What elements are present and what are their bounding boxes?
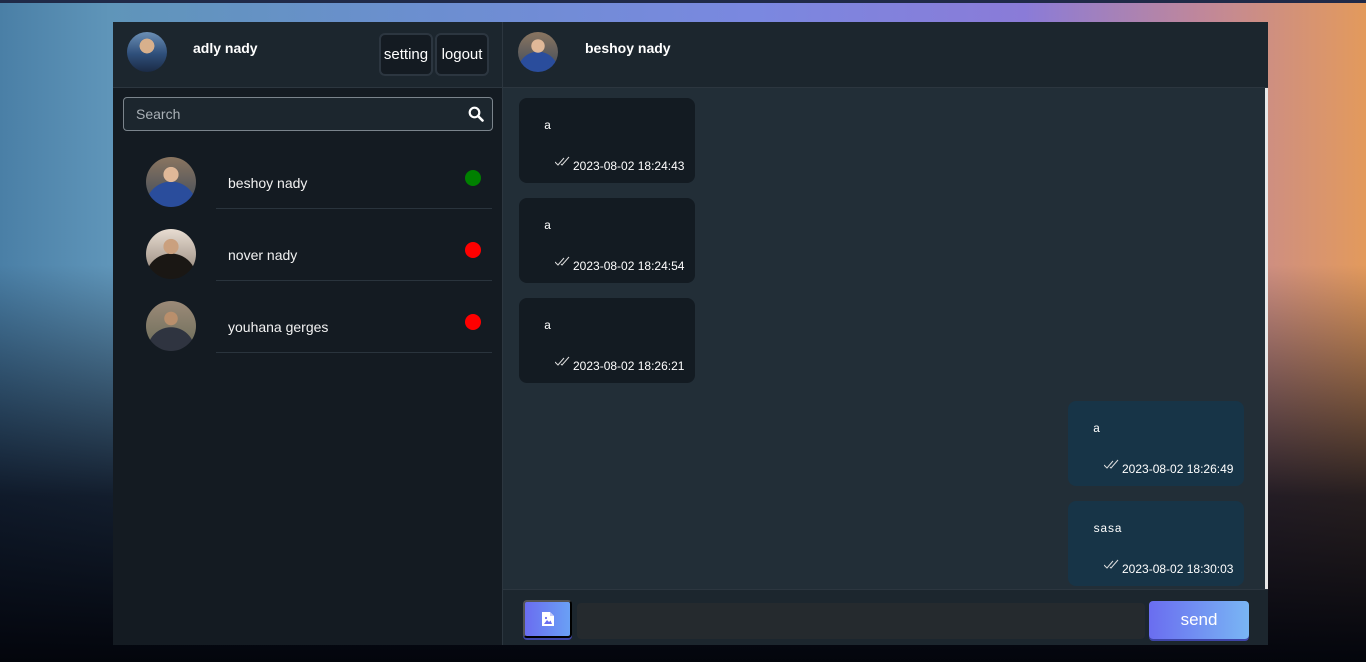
image-file-icon bbox=[541, 612, 554, 626]
contact-avatar bbox=[146, 229, 196, 279]
message-text: a bbox=[1093, 422, 1101, 436]
message-text: sasa bbox=[1093, 522, 1122, 536]
peer-name: beshoy nady bbox=[585, 40, 671, 56]
contact-divider bbox=[216, 280, 492, 281]
contact-avatar bbox=[146, 157, 196, 207]
status-offline-indicator bbox=[465, 242, 481, 258]
message-text: a bbox=[544, 319, 552, 333]
contact-item-beshoy-nady[interactable]: beshoy nady bbox=[113, 157, 503, 229]
conversation-header: beshoy nady bbox=[503, 22, 1268, 88]
peer-avatar bbox=[518, 32, 558, 72]
message-outgoing: sasa 2023-08-02 18:30:03 bbox=[1068, 501, 1244, 586]
search-icon[interactable] bbox=[468, 106, 484, 122]
message-outgoing: a 2023-08-02 18:26:49 bbox=[1068, 401, 1244, 486]
contact-item-youhana-gerges[interactable]: youhana gerges bbox=[113, 301, 503, 373]
status-offline-indicator bbox=[465, 314, 481, 330]
message-scrollbar[interactable] bbox=[1265, 88, 1268, 589]
contact-divider bbox=[216, 352, 492, 353]
message-composer: send bbox=[503, 589, 1268, 645]
contact-avatar bbox=[146, 301, 196, 351]
double-check-icon bbox=[555, 256, 570, 266]
current-user-name: adly nady bbox=[193, 40, 258, 56]
double-check-icon bbox=[1104, 459, 1119, 469]
setting-button[interactable]: setting bbox=[379, 33, 433, 76]
message-text: a bbox=[544, 219, 552, 233]
message-incoming: a 2023-08-02 18:24:43 bbox=[519, 98, 695, 183]
message-time: 2023-08-02 18:30:03 bbox=[1122, 562, 1234, 576]
message-time: 2023-08-02 18:24:54 bbox=[573, 259, 685, 273]
double-check-icon bbox=[555, 156, 570, 166]
chat-app: adly nady setting logout beshoy nady nov… bbox=[113, 22, 1268, 645]
double-check-icon bbox=[555, 356, 570, 366]
contact-item-nover-nady[interactable]: nover nady bbox=[113, 229, 503, 301]
window-top-border bbox=[0, 0, 1366, 3]
contact-divider bbox=[216, 208, 492, 209]
message-time: 2023-08-02 18:26:21 bbox=[573, 359, 685, 373]
search-input[interactable] bbox=[124, 98, 454, 130]
message-incoming: a 2023-08-02 18:24:54 bbox=[519, 198, 695, 283]
message-time: 2023-08-02 18:24:43 bbox=[573, 159, 685, 173]
contact-name: beshoy nady bbox=[228, 175, 308, 191]
attach-image-button[interactable] bbox=[523, 600, 572, 638]
contact-name: youhana gerges bbox=[228, 319, 329, 335]
search-box bbox=[123, 97, 493, 131]
user-header: adly nady setting logout bbox=[113, 22, 502, 88]
current-user-avatar[interactable] bbox=[127, 32, 167, 72]
contact-name: nover nady bbox=[228, 247, 298, 263]
message-incoming: a 2023-08-02 18:26:21 bbox=[519, 298, 695, 383]
logout-button[interactable]: logout bbox=[435, 33, 489, 76]
message-list[interactable]: a 2023-08-02 18:24:43 a 2023-08-02 18:24… bbox=[503, 88, 1265, 589]
double-check-icon bbox=[1104, 559, 1119, 569]
message-text: a bbox=[544, 119, 552, 133]
send-button[interactable]: send bbox=[1149, 601, 1249, 639]
contacts-panel: adly nady setting logout beshoy nady nov… bbox=[113, 22, 503, 645]
conversation-panel: beshoy nady a 2023-08-02 18:24:43 a 2023… bbox=[503, 22, 1268, 645]
message-input[interactable] bbox=[577, 603, 1145, 639]
status-online-indicator bbox=[465, 170, 481, 186]
message-time: 2023-08-02 18:26:49 bbox=[1122, 462, 1234, 476]
